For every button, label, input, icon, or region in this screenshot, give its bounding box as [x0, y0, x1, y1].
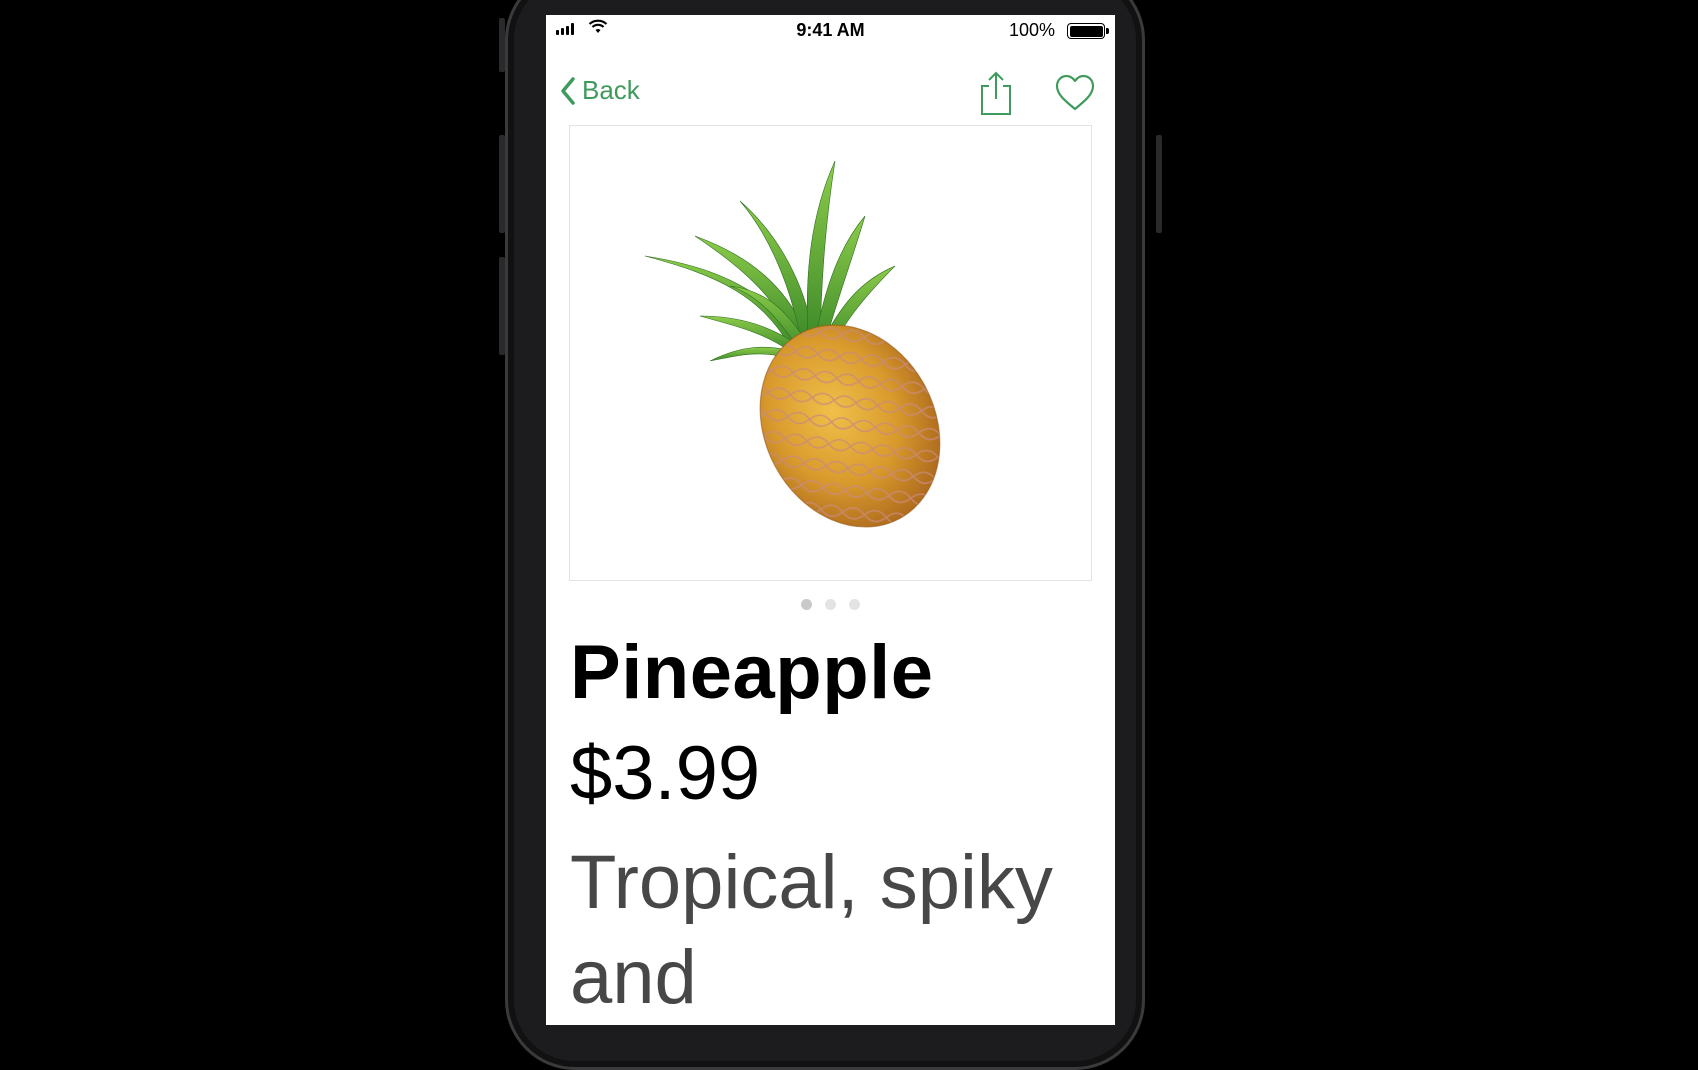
battery-percent: 100% — [1008, 20, 1055, 40]
product-description: Tropical, spiky and — [570, 840, 1053, 1020]
product-image-card[interactable] — [569, 125, 1092, 581]
silent-switch — [499, 18, 505, 72]
page-dot[interactable] — [825, 599, 836, 610]
volume-up-button — [499, 135, 505, 233]
back-label: Back — [582, 75, 640, 105]
product-price: $3.99 — [570, 731, 761, 816]
heart-icon[interactable] — [1054, 73, 1096, 113]
share-icon[interactable] — [976, 69, 1016, 117]
page-control[interactable] — [546, 599, 1115, 610]
power-button — [1156, 135, 1162, 233]
battery-icon — [1067, 23, 1109, 39]
page-dot[interactable] — [801, 599, 812, 610]
product-name: Pineapple — [570, 630, 934, 715]
nav-bar: Back — [546, 63, 1115, 119]
page-dot[interactable] — [849, 599, 860, 610]
chevron-left-icon — [561, 76, 575, 105]
status-bar: 9:41 AM 100% — [546, 15, 1115, 47]
phone-screen: 9:41 AM 100% Back Pineapple $3.99 Tropic… — [546, 15, 1115, 1025]
pineapple-image — [644, 160, 941, 528]
volume-down-button — [499, 257, 505, 355]
back-button[interactable]: Back — [560, 75, 640, 106]
